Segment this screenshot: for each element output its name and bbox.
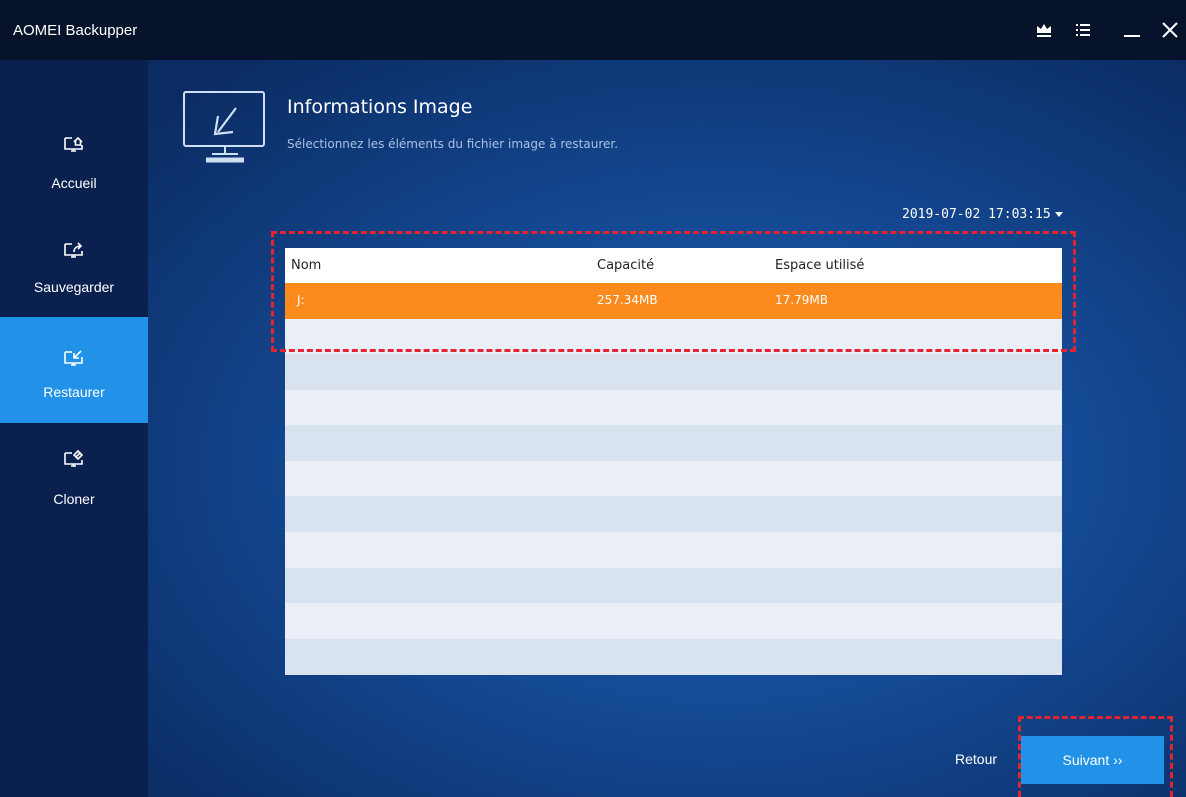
page-title: Informations Image bbox=[287, 96, 473, 118]
app-window: AOMEI Backupper Accueil Sauvegarder Rest… bbox=[0, 0, 1186, 797]
minimize-icon[interactable] bbox=[1120, 18, 1144, 42]
restore-monitor-icon bbox=[182, 90, 268, 164]
table-header: Nom Capacité Espace utilisé bbox=[285, 248, 1062, 283]
empty-row bbox=[285, 532, 1062, 568]
backup-icon bbox=[62, 239, 86, 263]
sidebar-item-label: Restaurer bbox=[43, 384, 105, 400]
cell-capacity: 257.34MB bbox=[597, 293, 658, 307]
sidebar-item-label: Sauvegarder bbox=[33, 279, 115, 295]
crown-icon[interactable] bbox=[1032, 18, 1056, 42]
home-icon bbox=[62, 133, 86, 157]
cell-name: J: bbox=[297, 293, 305, 307]
empty-row bbox=[285, 603, 1062, 639]
empty-row bbox=[285, 568, 1062, 604]
empty-row bbox=[285, 496, 1062, 532]
backup-point-value: 2019-07-02 17:03:15 bbox=[902, 207, 1051, 222]
sidebar-item-label: Accueil bbox=[51, 175, 97, 191]
close-icon[interactable] bbox=[1158, 18, 1182, 42]
column-header-used[interactable]: Espace utilisé bbox=[775, 258, 864, 273]
clone-icon bbox=[62, 448, 86, 472]
column-header-capacity[interactable]: Capacité bbox=[597, 258, 654, 273]
app-title: AOMEI Backupper bbox=[13, 22, 138, 39]
sidebar-item-restaurer[interactable]: Restaurer bbox=[0, 317, 148, 423]
empty-row bbox=[285, 639, 1062, 675]
empty-row bbox=[285, 354, 1062, 390]
restore-icon bbox=[62, 347, 86, 371]
column-header-name[interactable]: Nom bbox=[291, 258, 321, 273]
table-row[interactable]: J: 257.34MB 17.79MB bbox=[285, 283, 1062, 319]
next-button[interactable]: Suivant ›› bbox=[1021, 736, 1164, 784]
page-subtitle: Sélectionnez les éléments du fichier ima… bbox=[287, 137, 619, 151]
empty-row bbox=[285, 319, 1062, 355]
backup-point-select[interactable]: 2019-07-02 17:03:15 bbox=[902, 207, 1063, 222]
partition-table: Nom Capacité Espace utilisé J: 257.34MB … bbox=[285, 248, 1062, 675]
cell-used: 17.79MB bbox=[775, 293, 828, 307]
empty-row bbox=[285, 390, 1062, 426]
back-button[interactable]: Retour bbox=[955, 751, 997, 767]
title-bar: AOMEI Backupper bbox=[0, 0, 1186, 60]
empty-row bbox=[285, 461, 1062, 497]
sidebar-item-accueil[interactable]: Accueil bbox=[0, 121, 148, 227]
sidebar-item-label: Cloner bbox=[53, 491, 95, 507]
menu-icon[interactable] bbox=[1071, 18, 1095, 42]
empty-row bbox=[285, 425, 1062, 461]
chevron-down-icon bbox=[1054, 212, 1063, 217]
sidebar: Accueil Sauvegarder Restaurer Cloner bbox=[0, 60, 148, 797]
sidebar-item-cloner[interactable]: Cloner bbox=[0, 438, 148, 544]
